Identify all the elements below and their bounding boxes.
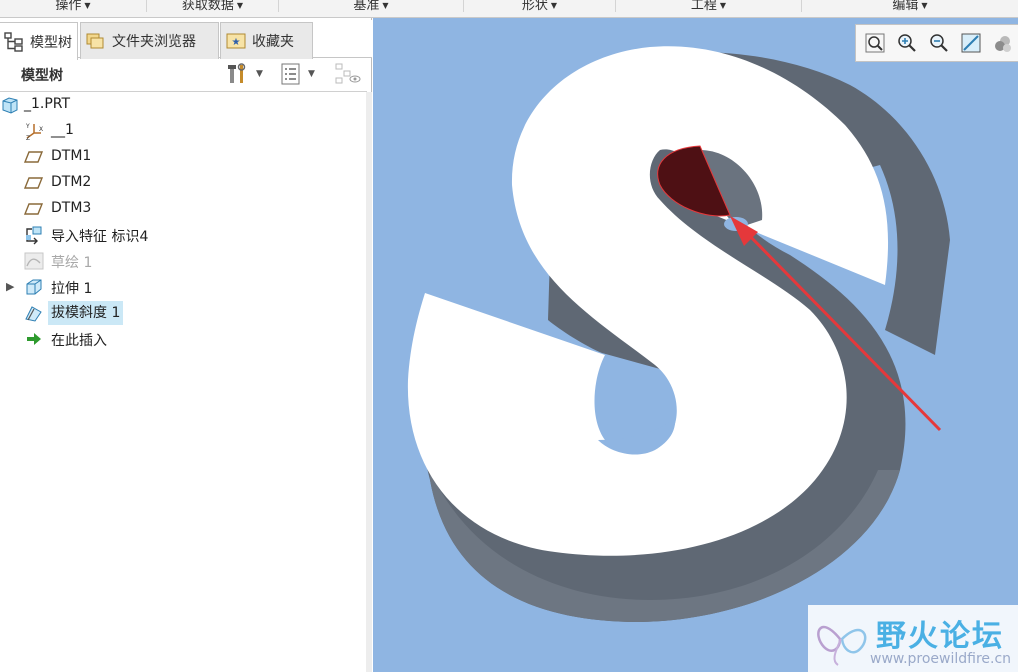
tab-folder-browser[interactable]: 文件夹浏览器 [80, 22, 219, 59]
list-icon [281, 63, 300, 85]
view-toolbar [855, 24, 1018, 62]
expand-arrow-icon[interactable]: ▶ [6, 280, 14, 293]
ribbon-group-edit[interactable]: 编辑 ▼ [802, 0, 1018, 13]
part-icon [2, 97, 18, 114]
ribbon-group-engineering[interactable]: 工程 ▼ [616, 0, 802, 13]
ribbon-group-label: 工程 [690, 0, 717, 13]
divider [0, 91, 367, 92]
model-3d-s-shape[interactable] [373, 18, 1018, 672]
tree-node-label: 拉伸 1 [51, 281, 93, 297]
folder-browser-icon [85, 30, 107, 52]
tab-model-tree[interactable]: 模型树 [0, 22, 78, 60]
ribbon-group-label: 操作 [55, 0, 82, 13]
ribbon-group-get-data[interactable]: 获取数据 ▼ [147, 0, 279, 13]
ribbon-group-datum[interactable]: 基准 ▼ [279, 0, 464, 13]
sketch-icon [24, 252, 44, 270]
tree-node-label: DTM3 [51, 200, 92, 216]
tree-node-label: _1.PRT [24, 96, 71, 112]
ribbon-group-label: 形状 [521, 0, 548, 13]
display-style-button[interactable] [990, 30, 1016, 56]
model-tree-title: 模型树 [21, 68, 63, 84]
coordinate-system-icon: Y X Z [25, 123, 43, 141]
insert-here-arrow-icon [27, 333, 41, 345]
zoom-in-icon [898, 34, 916, 52]
tab-label: 收藏夹 [252, 34, 294, 50]
tree-node-label: 在此插入 [51, 333, 107, 349]
chevron-down-icon: ▼ [308, 69, 315, 79]
chevron-down-icon: ▼ [256, 69, 263, 79]
datum-plane-icon [24, 177, 44, 189]
tree-node-csys[interactable]: Y X Z __1 [0, 119, 366, 143]
svg-text:Y: Y [25, 123, 30, 130]
ribbon-group-label: 获取数据 [181, 0, 234, 13]
model-tree-icon [3, 31, 25, 53]
chevron-down-icon: ▼ [84, 1, 91, 10]
model-tree-header: 模型树 ▼ ▼ [0, 58, 372, 90]
favorites-icon: ★ [225, 30, 247, 52]
tree-node-import-feature[interactable]: 导入特征 标识4 [0, 223, 366, 247]
tree-node-dtm1[interactable]: DTM1 [0, 145, 366, 169]
tree-node-part[interactable]: _1.PRT [0, 93, 366, 117]
ribbon-group-operations[interactable]: 操作 ▼ [0, 0, 147, 13]
navigator-tabs: 模型树 文件夹浏览器 ★ 收藏夹 [0, 20, 372, 60]
tree-node-sketch[interactable]: 草绘 1 [0, 249, 366, 273]
repaint-icon [961, 33, 981, 53]
tree-node-draft[interactable]: 拔模斜度 1 [0, 301, 366, 325]
draft-icon [25, 306, 42, 322]
refit-icon [865, 33, 885, 53]
extrude-icon [26, 279, 42, 295]
tab-label: 模型树 [30, 34, 72, 51]
forum-watermark: 野火论坛 www.proewildfire.cn [808, 605, 1018, 672]
ribbon-group-bar: 操作 ▼ 获取数据 ▼ 基准 ▼ 形状 ▼ 工程 ▼ 编辑 ▼ [0, 0, 1018, 18]
hide-show-button[interactable] [334, 61, 362, 87]
ribbon-group-shapes[interactable]: 形状 ▼ [464, 0, 616, 13]
datum-plane-icon [24, 151, 44, 163]
tree-node-extrude[interactable]: ▶ 拉伸 1 [0, 275, 366, 299]
tree-filter-icon [335, 63, 361, 84]
svg-text:Z: Z [26, 135, 30, 141]
chevron-down-icon: ▼ [550, 1, 558, 10]
butterfly-logo-icon [817, 625, 867, 666]
tree-node-insert-here[interactable]: 在此插入 [0, 327, 366, 351]
zoom-in-button[interactable] [894, 30, 920, 56]
show-options-button[interactable]: ▼ [280, 61, 315, 87]
watermark-title: 野火论坛 [876, 619, 1004, 654]
tree-node-label: DTM1 [51, 148, 92, 164]
tab-favorites[interactable]: ★ 收藏夹 [220, 22, 313, 59]
watermark-url: www.proewildfire.cn [870, 651, 1012, 667]
repaint-button[interactable] [958, 30, 984, 56]
tree-node-dtm2[interactable]: DTM2 [0, 171, 366, 195]
tab-label: 文件夹浏览器 [112, 34, 196, 50]
chevron-down-icon: ▼ [719, 1, 727, 10]
settings-tools-button[interactable]: ▼ [226, 61, 263, 87]
zoom-out-icon [930, 34, 948, 52]
scrollbar[interactable] [366, 92, 372, 672]
chevron-down-icon: ▼ [382, 1, 389, 10]
graphics-viewport[interactable]: 野火论坛 www.proewildfire.cn [373, 18, 1018, 672]
zoom-out-button[interactable] [926, 30, 952, 56]
tree-node-dtm3[interactable]: DTM3 [0, 197, 366, 221]
datum-plane-icon [24, 203, 44, 215]
tree-node-label: 拔模斜度 1 [48, 301, 124, 325]
navigator-panel: 模型树 文件夹浏览器 ★ 收藏夹 模型树 ▼ ▼ _1.PRT Y X Z __… [0, 18, 372, 672]
ribbon-group-label: 基准 [353, 0, 380, 13]
tree-node-label: 导入特征 标识4 [51, 229, 149, 245]
import-feature-icon [26, 226, 42, 245]
hammer-wrench-icon [228, 63, 246, 83]
tree-node-label: DTM2 [51, 174, 92, 190]
tree-node-label: 草绘 1 [51, 255, 93, 271]
refit-button[interactable] [862, 30, 888, 56]
display-style-icon [995, 36, 1011, 52]
chevron-down-icon: ▼ [236, 1, 244, 10]
svg-text:★: ★ [232, 37, 241, 48]
tree-node-label: __1 [51, 122, 74, 138]
ribbon-group-label: 编辑 [892, 0, 919, 13]
svg-text:X: X [39, 126, 43, 133]
chevron-down-icon: ▼ [921, 1, 928, 10]
